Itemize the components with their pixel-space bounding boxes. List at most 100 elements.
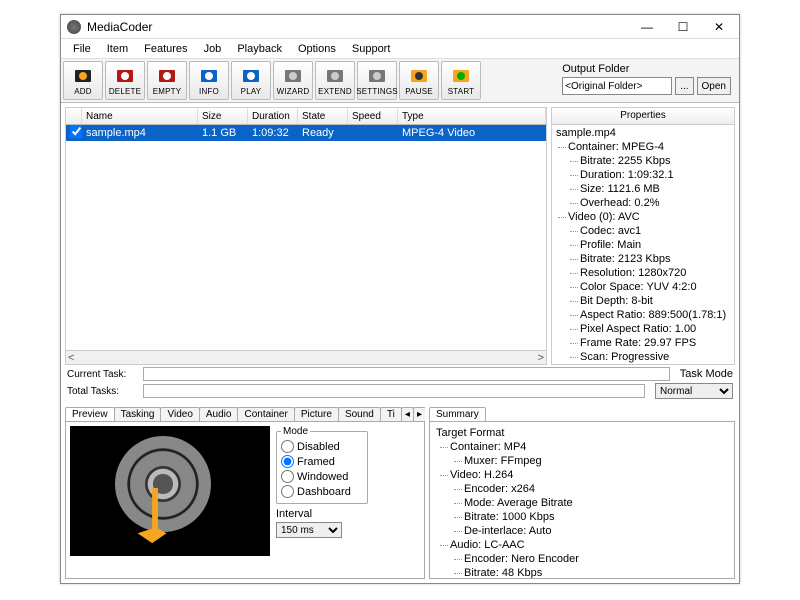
- task-mode-label: Task Mode: [680, 368, 733, 380]
- property-line[interactable]: Codec: avc1: [554, 224, 734, 238]
- properties-tree[interactable]: sample.mp4Container: MPEG-4Bitrate: 2255…: [551, 125, 735, 365]
- tab-sound[interactable]: Sound: [338, 407, 381, 421]
- tab-nav-next[interactable]: ▸: [413, 407, 425, 421]
- interval-label: Interval: [276, 508, 368, 520]
- file-list-hscroll[interactable]: < >: [65, 351, 547, 365]
- minimize-button[interactable]: —: [629, 16, 665, 38]
- extend-button[interactable]: EXTEND: [315, 61, 355, 100]
- col-name[interactable]: Name: [82, 108, 198, 124]
- col-duration[interactable]: Duration: [248, 108, 298, 124]
- property-line[interactable]: Resolution: 1280x720: [554, 266, 734, 280]
- summary-line[interactable]: Encoder: x264: [436, 482, 730, 496]
- delete-icon: [115, 66, 135, 86]
- browse-button[interactable]: ...: [675, 77, 693, 95]
- summary-line[interactable]: Muxer: FFmpeg: [436, 454, 730, 468]
- mode-radio-disabled[interactable]: [281, 440, 294, 453]
- summary-line[interactable]: Audio: LC-AAC: [436, 538, 730, 552]
- col-type[interactable]: Type: [398, 108, 546, 124]
- property-line[interactable]: Bitrate: 2123 Kbps: [554, 252, 734, 266]
- summary-tree[interactable]: Target FormatContainer: MP4Muxer: FFmpeg…: [429, 421, 735, 579]
- content-row: Name Size Duration State Speed Type samp…: [61, 103, 739, 365]
- tab-audio[interactable]: Audio: [199, 407, 239, 421]
- right-panel: Summary Target FormatContainer: MP4Muxer…: [429, 403, 735, 579]
- property-line[interactable]: Frame Rate: 29.97 FPS: [554, 336, 734, 350]
- col-size[interactable]: Size: [198, 108, 248, 124]
- file-list-header: Name Size Duration State Speed Type: [65, 107, 547, 125]
- mode-option-framed[interactable]: Framed: [281, 454, 363, 469]
- right-tabstrip: Summary: [429, 403, 735, 421]
- scroll-left-icon[interactable]: <: [68, 352, 74, 364]
- tab-container[interactable]: Container: [237, 407, 294, 421]
- property-line[interactable]: Profile: Main: [554, 238, 734, 252]
- settings-button[interactable]: SETTINGS: [357, 61, 397, 100]
- file-list-body[interactable]: sample.mp41.1 GB1:09:32ReadyMPEG-4 Video: [65, 125, 547, 351]
- property-line[interactable]: Color Space: YUV 4:2:0: [554, 280, 734, 294]
- mode-radio-dashboard[interactable]: [281, 485, 294, 498]
- tab-ti[interactable]: Ti: [380, 407, 402, 421]
- scroll-right-icon[interactable]: >: [538, 352, 544, 364]
- col-state[interactable]: State: [298, 108, 348, 124]
- summary-line[interactable]: Bitrate: 1000 Kbps: [436, 510, 730, 524]
- summary-line[interactable]: Bitrate: 48 Kbps: [436, 566, 730, 579]
- maximize-button[interactable]: ☐: [665, 16, 701, 38]
- summary-line[interactable]: Encoder: Nero Encoder: [436, 552, 730, 566]
- mode-option-dashboard[interactable]: Dashboard: [281, 484, 363, 499]
- delete-button[interactable]: DELETE: [105, 61, 145, 100]
- property-line[interactable]: Duration: 1:09:32.1: [554, 168, 734, 182]
- tab-nav-prev[interactable]: ◂: [401, 407, 414, 421]
- close-button[interactable]: ✕: [701, 16, 737, 38]
- col-check[interactable]: [66, 108, 82, 124]
- open-folder-button[interactable]: Open: [697, 77, 731, 95]
- tab-video[interactable]: Video: [160, 407, 199, 421]
- summary-line[interactable]: Container: MP4: [436, 440, 730, 454]
- start-button[interactable]: START: [441, 61, 481, 100]
- summary-line[interactable]: Mode: Average Bitrate: [436, 496, 730, 510]
- interval-select[interactable]: 150 ms: [276, 522, 342, 538]
- info-button[interactable]: INFO: [189, 61, 229, 100]
- property-line[interactable]: Overhead: 0.2%: [554, 196, 734, 210]
- mode-option-disabled[interactable]: Disabled: [281, 439, 363, 454]
- menu-features[interactable]: Features: [136, 41, 195, 57]
- property-line[interactable]: Aspect Ratio: 889:500(1.78:1): [554, 308, 734, 322]
- left-panel: PreviewTaskingVideoAudioContainerPicture…: [65, 403, 425, 579]
- property-line[interactable]: sample.mp4: [554, 126, 734, 140]
- property-line[interactable]: Scan: Progressive: [554, 350, 734, 364]
- property-line[interactable]: Video (0): AVC: [554, 210, 734, 224]
- summary-line[interactable]: Target Format: [436, 426, 730, 440]
- table-row[interactable]: sample.mp41.1 GB1:09:32ReadyMPEG-4 Video: [66, 125, 546, 141]
- menu-file[interactable]: File: [65, 41, 99, 57]
- empty-button[interactable]: EMPTY: [147, 61, 187, 100]
- mode-option-windowed[interactable]: Windowed: [281, 469, 363, 484]
- tab-summary[interactable]: Summary: [429, 407, 486, 421]
- menu-item[interactable]: Item: [99, 41, 136, 57]
- property-line[interactable]: Bit Depth: 8-bit: [554, 294, 734, 308]
- cell-size: 1.1 GB: [198, 127, 248, 139]
- menu-options[interactable]: Options: [290, 41, 344, 57]
- mode-radio-windowed[interactable]: [281, 470, 294, 483]
- menu-job[interactable]: Job: [196, 41, 230, 57]
- mode-radio-framed[interactable]: [281, 455, 294, 468]
- pause-button[interactable]: PAUSE: [399, 61, 439, 100]
- property-line[interactable]: Container: MPEG-4: [554, 140, 734, 154]
- output-folder-input[interactable]: [562, 77, 672, 95]
- file-list-panel: Name Size Duration State Speed Type samp…: [65, 107, 547, 365]
- col-speed[interactable]: Speed: [348, 108, 398, 124]
- cell-state: Ready: [298, 127, 348, 139]
- menu-playback[interactable]: Playback: [229, 41, 290, 57]
- menu-support[interactable]: Support: [344, 41, 399, 57]
- wizard-icon: [283, 66, 303, 86]
- tab-tasking[interactable]: Tasking: [114, 407, 162, 421]
- property-line[interactable]: Bitrate: 2255 Kbps: [554, 154, 734, 168]
- summary-line[interactable]: Video: H.264: [436, 468, 730, 482]
- tab-preview[interactable]: Preview: [65, 407, 115, 421]
- add-button[interactable]: ADD: [63, 61, 103, 100]
- wizard-button[interactable]: WIZARD: [273, 61, 313, 100]
- property-line[interactable]: Pixel Aspect Ratio: 1.00: [554, 322, 734, 336]
- tab-picture[interactable]: Picture: [294, 407, 339, 421]
- property-line[interactable]: Size: 1121.6 MB: [554, 182, 734, 196]
- task-mode-select[interactable]: Normal: [655, 383, 733, 399]
- row-checkbox[interactable]: [70, 125, 82, 138]
- start-icon: [451, 66, 471, 86]
- summary-line[interactable]: De-interlace: Auto: [436, 524, 730, 538]
- play-button[interactable]: PLAY: [231, 61, 271, 100]
